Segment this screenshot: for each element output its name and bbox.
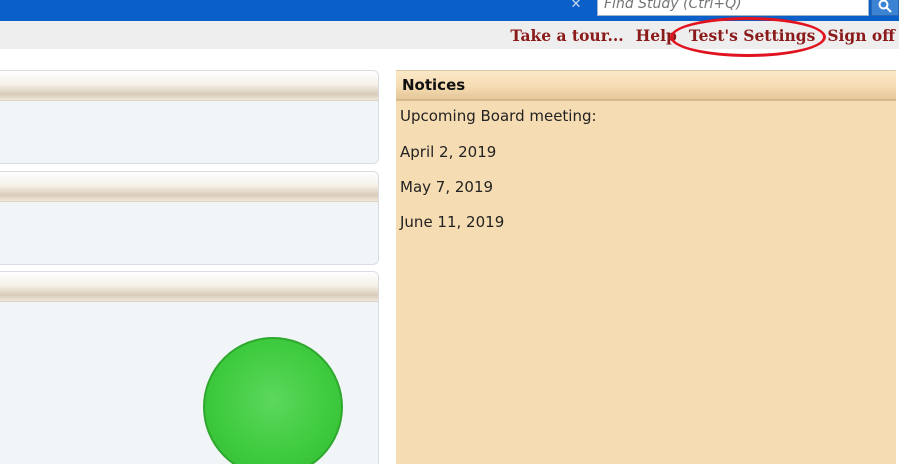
dashboard-panel-2 — [0, 171, 379, 265]
clear-search-icon[interactable]: ✕ — [566, 0, 586, 12]
search-icon — [878, 0, 892, 13]
sign-off-link[interactable]: Sign off — [827, 26, 895, 45]
nav-links: Take a tour... Help Test's Settings Sign… — [498, 21, 895, 49]
nav-bar: Take a tour... Help Test's Settings Sign… — [0, 21, 899, 49]
user-settings-link[interactable]: Test's Settings — [689, 26, 815, 45]
notices-title: Notices — [396, 71, 896, 101]
top-header-bar: ✕ — [0, 0, 899, 21]
notices-panel: Notices Upcoming Board meeting: April 2,… — [396, 70, 896, 464]
panel-header — [0, 172, 378, 202]
find-study-input[interactable] — [597, 0, 869, 16]
notice-line: May 7, 2019 — [400, 178, 494, 196]
notice-line: Upcoming Board meeting: — [400, 107, 597, 125]
search-button[interactable] — [871, 0, 899, 16]
notice-line: April 2, 2019 — [400, 143, 497, 161]
dashboard-panel-3 — [0, 271, 379, 464]
help-link[interactable]: Help — [636, 26, 677, 45]
status-indicator-icon — [203, 337, 343, 464]
dashboard-panel-1 — [0, 70, 379, 164]
notice-line: June 11, 2019 — [400, 213, 505, 231]
panel-header — [0, 272, 378, 302]
take-a-tour-link[interactable]: Take a tour... — [510, 26, 623, 45]
panel-header — [0, 71, 378, 101]
